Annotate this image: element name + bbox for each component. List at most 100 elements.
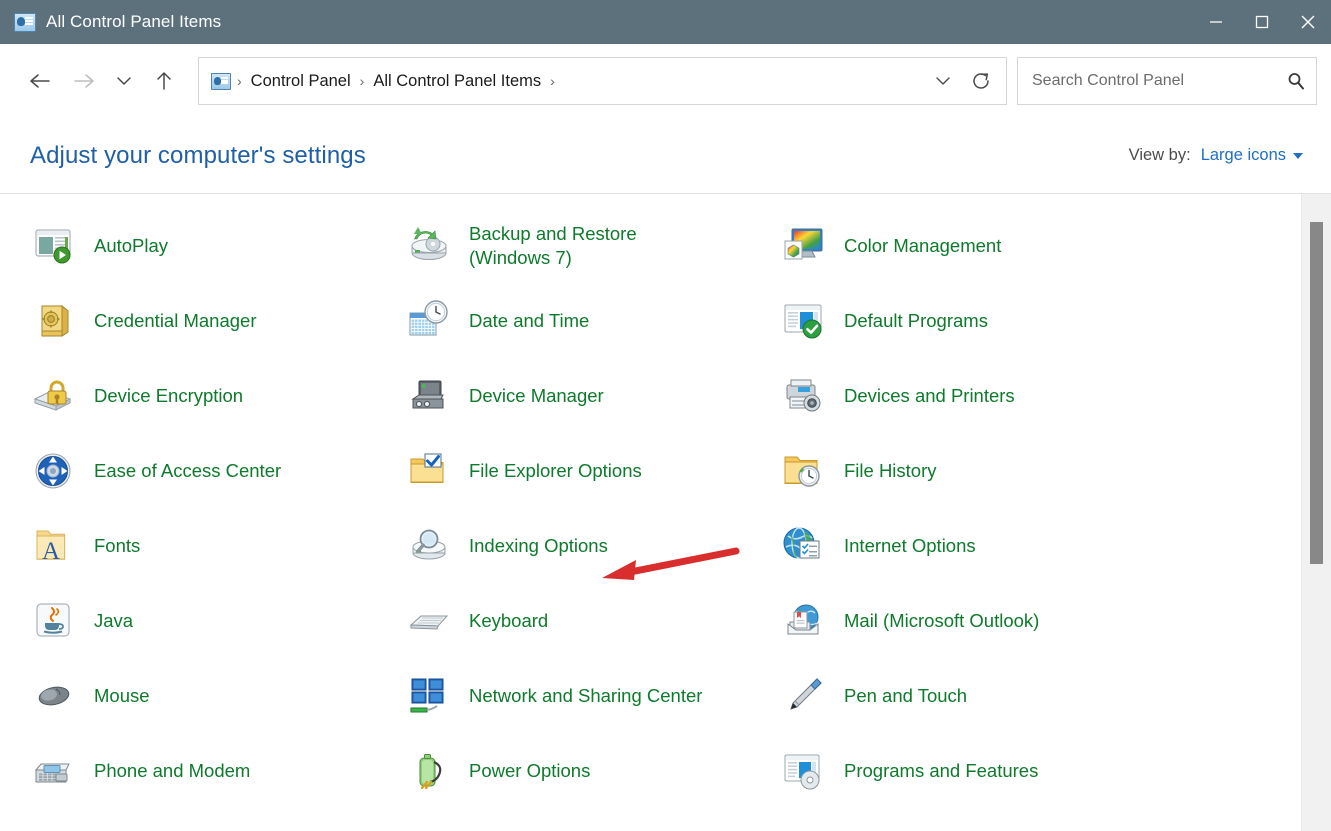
control-panel-item[interactable]: Default Programs	[778, 283, 1153, 358]
control-panel-item-label[interactable]: Network and Sharing Center	[469, 684, 702, 708]
breadcrumb-control-panel-icon	[211, 73, 231, 90]
vertical-scrollbar[interactable]	[1301, 194, 1331, 831]
control-panel-item[interactable]: Programs and Features	[778, 733, 1153, 808]
control-panel-item-label[interactable]: AutoPlay	[94, 234, 168, 258]
fonts-icon: A	[28, 521, 80, 571]
window-controls	[1193, 0, 1331, 44]
control-panel-item[interactable]: Color Management	[778, 208, 1153, 283]
chevron-down-icon	[1293, 153, 1303, 159]
date-time-icon	[403, 296, 455, 346]
control-panel-item[interactable]: Date and Time	[403, 283, 778, 358]
breadcrumb-separator[interactable]: ›	[548, 73, 557, 89]
search-icon[interactable]	[1286, 71, 1306, 91]
network-sharing-icon	[403, 671, 455, 721]
control-panel-item[interactable]: File History	[778, 433, 1153, 508]
view-by-dropdown[interactable]: Large icons	[1201, 146, 1303, 165]
color-management-icon	[778, 221, 830, 271]
page-header: Adjust your computer's settings View by:…	[0, 118, 1331, 194]
control-panel-item[interactable]: Device Encryption	[28, 358, 403, 433]
control-panel-icon	[14, 13, 36, 32]
control-panel-item-label[interactable]: Mail (Microsoft Outlook)	[844, 609, 1039, 633]
control-panel-item[interactable]: Mouse	[28, 658, 403, 733]
forward-button[interactable]	[62, 59, 106, 103]
phone-modem-icon	[28, 746, 80, 796]
internet-options-icon	[778, 521, 830, 571]
programs-features-icon	[778, 746, 830, 796]
control-panel-item[interactable]: Pen and Touch	[778, 658, 1153, 733]
control-panel-item-label[interactable]: File Explorer Options	[469, 459, 642, 483]
control-panel-item-label[interactable]: Fonts	[94, 534, 140, 558]
control-panel-item-label[interactable]: Pen and Touch	[844, 684, 967, 708]
view-by-control: View by: Large icons	[1129, 146, 1303, 165]
search-box[interactable]	[1017, 57, 1317, 105]
ease-of-access-icon	[28, 446, 80, 496]
pen-touch-icon	[778, 671, 830, 721]
control-panel-item-label[interactable]: Internet Options	[844, 534, 976, 558]
control-panel-item-label[interactable]: Java	[94, 609, 133, 633]
control-panel-item[interactable]: Device Manager	[403, 358, 778, 433]
control-panel-item-label[interactable]: Default Programs	[844, 309, 988, 333]
power-options-icon	[403, 746, 455, 796]
control-panel-item[interactable]: Indexing Options	[403, 508, 778, 583]
control-panel-item[interactable]: A Fonts	[28, 508, 403, 583]
control-panel-item[interactable]: AutoPlay	[28, 208, 403, 283]
autoplay-icon	[28, 221, 80, 271]
control-panel-item-label[interactable]: Programs and Features	[844, 759, 1038, 783]
control-panel-item-label[interactable]: File History	[844, 459, 937, 483]
control-panel-item[interactable]: Internet Options	[778, 508, 1153, 583]
mail-icon	[778, 596, 830, 646]
control-panel-item-label[interactable]: Date and Time	[469, 309, 589, 333]
control-panel-window: All Control Panel Items	[0, 0, 1331, 831]
control-panel-item[interactable]: File Explorer Options	[403, 433, 778, 508]
control-panel-item-label[interactable]: Backup and Restore (Windows 7)	[469, 222, 719, 269]
control-panel-item-label[interactable]: Ease of Access Center	[94, 459, 281, 483]
control-panel-item-label[interactable]: Devices and Printers	[844, 384, 1015, 408]
control-panel-item[interactable]: Network and Sharing Center	[403, 658, 778, 733]
control-panel-item-label[interactable]: Phone and Modem	[94, 759, 250, 783]
recent-locations-button[interactable]	[106, 59, 142, 103]
control-panel-item[interactable]: Java	[28, 583, 403, 658]
minimize-button[interactable]	[1193, 0, 1239, 44]
control-panel-item[interactable]: Mail (Microsoft Outlook)	[778, 583, 1153, 658]
control-panel-item[interactable]: Phone and Modem	[28, 733, 403, 808]
indexing-options-icon	[403, 521, 455, 571]
breadcrumb-separator: ›	[235, 73, 244, 89]
title-bar: All Control Panel Items	[0, 0, 1331, 44]
file-history-icon	[778, 446, 830, 496]
file-explorer-options-icon	[403, 446, 455, 496]
devices-printers-icon	[778, 371, 830, 421]
control-panel-item-label[interactable]: Mouse	[94, 684, 150, 708]
close-button[interactable]	[1285, 0, 1331, 44]
scrollbar-thumb[interactable]	[1310, 222, 1323, 564]
backup-restore-icon	[403, 221, 455, 271]
mouse-icon	[28, 671, 80, 721]
search-input[interactable]	[1032, 72, 1286, 90]
control-panel-item[interactable]: Ease of Access Center	[28, 433, 403, 508]
breadcrumb-item-control-panel[interactable]: Control Panel	[244, 68, 358, 95]
control-panel-item-label[interactable]: Device Manager	[469, 384, 604, 408]
control-panel-item[interactable]: Backup and Restore (Windows 7)	[403, 208, 778, 283]
control-panel-item-label[interactable]: Credential Manager	[94, 309, 256, 333]
control-panel-item[interactable]: Power Options	[403, 733, 778, 808]
control-panel-item-label[interactable]: Keyboard	[469, 609, 548, 633]
up-button[interactable]	[142, 59, 186, 103]
navigation-bar: › Control Panel › All Control Panel Item…	[0, 44, 1331, 118]
control-panel-item-label[interactable]: Color Management	[844, 234, 1001, 258]
breadcrumb-item-all-control-panel-items[interactable]: All Control Panel Items	[366, 68, 548, 95]
control-panel-item[interactable]: Keyboard	[403, 583, 778, 658]
control-panel-item-label[interactable]: Device Encryption	[94, 384, 243, 408]
back-button[interactable]	[18, 59, 62, 103]
device-manager-icon	[403, 371, 455, 421]
page-title: Adjust your computer's settings	[30, 142, 366, 170]
control-panel-item[interactable]: Credential Manager	[28, 283, 403, 358]
control-panel-item-label[interactable]: Indexing Options	[469, 534, 608, 558]
refresh-icon[interactable]	[962, 61, 1000, 101]
control-panel-item[interactable]: Devices and Printers	[778, 358, 1153, 433]
maximize-button[interactable]	[1239, 0, 1285, 44]
address-bar[interactable]: › Control Panel › All Control Panel Item…	[198, 57, 1007, 105]
java-icon	[28, 596, 80, 646]
view-by-label: View by:	[1129, 146, 1191, 165]
control-panel-item-label[interactable]: Power Options	[469, 759, 590, 783]
chevron-down-icon[interactable]	[924, 61, 962, 101]
title-bar-left: All Control Panel Items	[0, 12, 221, 32]
